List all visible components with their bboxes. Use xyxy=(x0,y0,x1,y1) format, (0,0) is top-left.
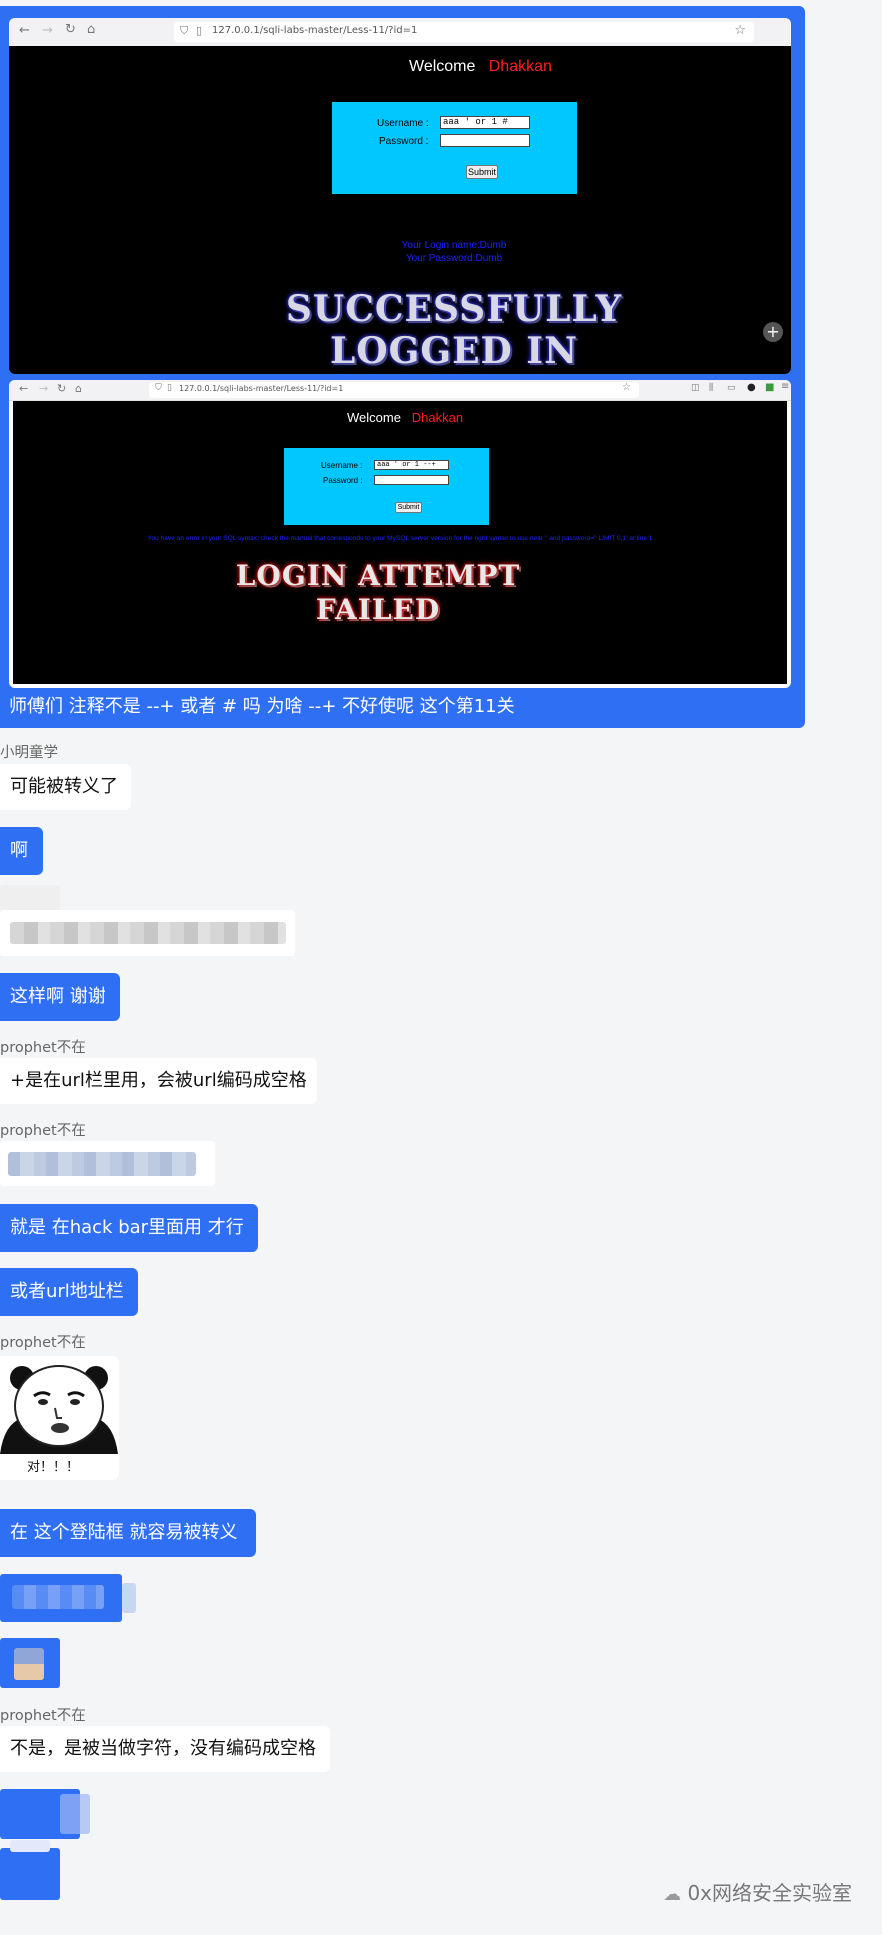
screenshot-failed[interactable]: ← → ↻ ⌂ ⛉ ▯ 127.0.0.1/sqli-labs-master/L… xyxy=(9,380,791,688)
url-text: 127.0.0.1/sqli-labs-master/Less-11/?id=1 xyxy=(212,25,418,36)
wechat-icon: ☁ xyxy=(663,1884,682,1905)
back-icon: ← xyxy=(19,23,30,38)
welcome-line: Welcome Dhakkan xyxy=(409,58,552,76)
sql-error-message: You have an error in your SQL syntax; ch… xyxy=(147,535,653,542)
welcome-name: Dhakkan xyxy=(411,410,464,425)
pocket-icon: ◫ xyxy=(691,383,700,393)
screenshot-success[interactable]: ← → ↻ ⌂ ⛉ ▯ 127.0.0.1/sqli-labs-master/L… xyxy=(9,18,791,374)
panda-meme-sticker xyxy=(0,1365,118,1454)
failed-banner-line1: LOGIN ATTEMPT xyxy=(235,559,521,592)
page-icon: ▯ xyxy=(167,383,172,393)
sidebar-icon: ▭ xyxy=(727,383,736,393)
login-form: Username : aaa ' or 1 # Password : Submi… xyxy=(332,102,577,194)
watermark: ☁ 0x网络安全实验室 xyxy=(663,1877,852,1906)
library-icon: ⫼ xyxy=(709,383,714,393)
password-label: Password : xyxy=(379,136,429,147)
message-bubble[interactable]: +是在url栏里用，会被url编码成空格 xyxy=(0,1058,317,1104)
password-result: Your Password:Dumb xyxy=(405,253,503,264)
forward-icon: → xyxy=(42,23,53,38)
sender-name: 小明童学 xyxy=(0,745,58,761)
login-name-result: Your Login name:Dumb xyxy=(401,240,507,251)
shield-icon: ⛉ xyxy=(180,24,189,37)
reload-icon: ↻ xyxy=(65,22,76,37)
menu-icon[interactable]: ≡ xyxy=(781,381,789,392)
bookmark-star-icon: ☆ xyxy=(734,23,746,38)
failed-banner-line2: FAILED xyxy=(315,593,441,626)
page-icon: ▯ xyxy=(196,24,203,37)
browser-toolbar: ← → ↻ ⌂ ⛉ ▯ 127.0.0.1/sqli-labs-master/L… xyxy=(9,18,791,47)
blurred-text xyxy=(8,1152,196,1176)
message-bubble[interactable]: 不是，是被当做字符，没有编码成空格 xyxy=(0,1726,330,1772)
username-label: Username : xyxy=(377,118,429,129)
blurred-edge xyxy=(60,1794,90,1834)
address-bar: ⛉ ▯ 127.0.0.1/sqli-labs-master/Less-11/?… xyxy=(149,382,639,398)
sender-name: prophet不在 xyxy=(0,1335,86,1351)
username-input[interactable]: aaa ' or 1 --+ xyxy=(374,460,449,470)
home-icon: ⌂ xyxy=(75,382,82,395)
blurred-text xyxy=(10,922,286,944)
sticker-caption: 对！！！ xyxy=(26,1460,79,1475)
password-input[interactable] xyxy=(440,134,530,147)
message-bubble[interactable]: 可能被转义了 xyxy=(0,764,131,810)
reload-icon: ↻ xyxy=(57,382,67,395)
sender-name: prophet不在 xyxy=(0,1708,86,1724)
url-text: 127.0.0.1/sqli-labs-master/Less-11/?id=1 xyxy=(179,384,344,393)
username-label: Username : xyxy=(321,461,363,470)
screenshot-message[interactable]: ← → ↻ ⌂ ⛉ ▯ 127.0.0.1/sqli-labs-master/L… xyxy=(0,6,805,728)
extension-icon: ■ xyxy=(765,382,775,393)
blurred-edge xyxy=(10,1840,50,1852)
bookmark-star-icon: ☆ xyxy=(622,382,631,393)
username-input[interactable]: aaa ' or 1 # xyxy=(440,116,530,129)
blurred-bubble xyxy=(0,1848,60,1900)
sender-name: prophet不在 xyxy=(0,1123,86,1139)
success-banner-line1: SUCCESSFULLY xyxy=(285,288,623,330)
message-bubble[interactable]: 就是 在hack bar里面用 才行 xyxy=(0,1204,258,1252)
sender-name: prophet不在 xyxy=(0,1040,86,1056)
submit-button[interactable]: Submit xyxy=(395,502,422,513)
browser-toolbar: ← → ↻ ⌂ ⛉ ▯ 127.0.0.1/sqli-labs-master/L… xyxy=(9,380,791,401)
account-icon: ● xyxy=(747,382,756,393)
zoom-icon[interactable]: + xyxy=(763,322,783,342)
blurred-thumbnail xyxy=(14,1648,44,1680)
welcome-line: Welcome Dhakkan xyxy=(347,410,463,425)
forward-icon: → xyxy=(39,382,49,395)
home-icon: ⌂ xyxy=(87,22,96,37)
message-bubble[interactable]: 啊 xyxy=(0,827,43,875)
password-label: Password : xyxy=(323,476,363,485)
back-icon: ← xyxy=(19,382,29,395)
welcome-text: Welcome xyxy=(409,58,476,75)
message-bubble[interactable]: 在 这个登陆框 就容易被转义 xyxy=(0,1509,256,1557)
login-form: Username : aaa ' or 1 --+ Password : Sub… xyxy=(284,448,489,525)
submit-button[interactable]: Submit xyxy=(466,165,498,179)
address-bar: ⛉ ▯ 127.0.0.1/sqli-labs-master/Less-11/?… xyxy=(174,22,754,42)
sqli-page: Welcome Dhakkan Username : aaa ' or 1 # … xyxy=(9,46,791,374)
sticker-message[interactable]: 对！！！ xyxy=(0,1356,119,1480)
message-bubble[interactable]: 或者url地址栏 xyxy=(0,1268,138,1316)
welcome-name: Dhakkan xyxy=(488,58,552,75)
sqli-page: Welcome Dhakkan Username : aaa ' or 1 --… xyxy=(13,401,787,684)
message-caption: 师傅们 注释不是 --+ 或者 # 吗 为啥 --+ 不好使呢 这个第11关 xyxy=(9,696,515,717)
success-banner-line2: LOGGED IN xyxy=(329,330,579,372)
blurred-text xyxy=(12,1585,104,1609)
blurred-edge xyxy=(122,1583,136,1613)
shield-icon: ⛉ xyxy=(155,383,162,393)
welcome-text: Welcome xyxy=(347,410,401,425)
password-input[interactable] xyxy=(374,475,449,485)
message-bubble[interactable]: 这样啊 谢谢 xyxy=(0,973,120,1021)
watermark-text: 0x网络安全实验室 xyxy=(687,1881,852,1905)
